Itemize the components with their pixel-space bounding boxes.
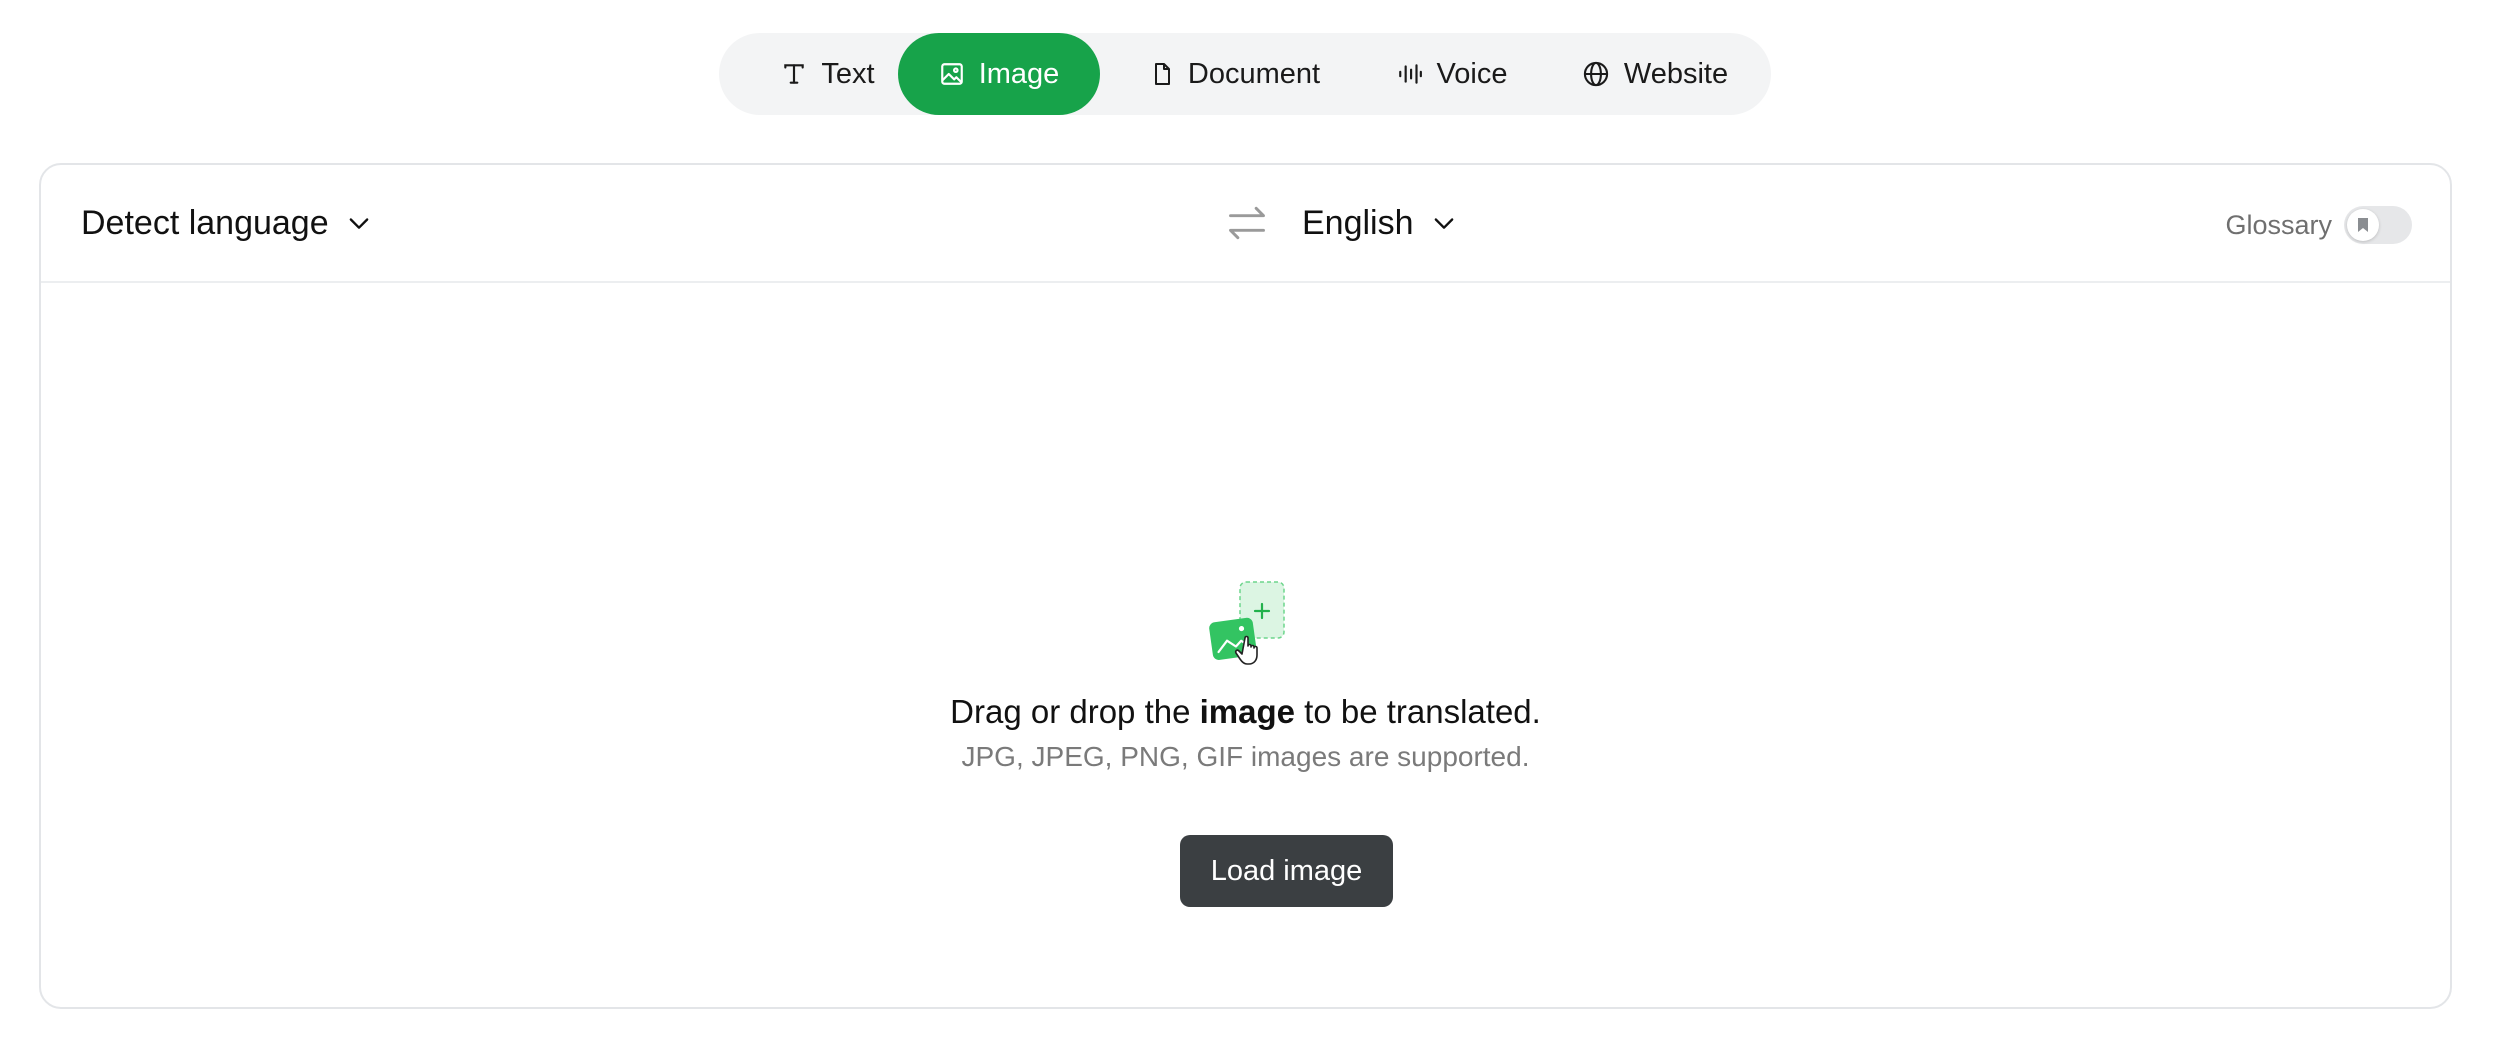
- glossary-label: Glossary: [2225, 209, 2332, 240]
- target-language-select[interactable]: English: [1302, 165, 1458, 281]
- tab-image-label: Image: [978, 57, 1060, 90]
- translator-panel: Detect language English Glossary Drag or…: [39, 163, 2452, 1009]
- tab-text-label: Text: [821, 57, 875, 90]
- source-language-label: Detect language: [81, 203, 329, 242]
- bookmark-icon: [2358, 218, 2368, 232]
- tab-voice-label: Voice: [1436, 57, 1508, 90]
- tab-document[interactable]: Document: [1117, 33, 1353, 115]
- tab-image[interactable]: Image: [898, 33, 1100, 115]
- text-icon: [784, 64, 805, 84]
- source-language-select[interactable]: Detect language: [81, 165, 373, 281]
- glossary-toggle[interactable]: [2344, 206, 2412, 244]
- swap-arrows-icon: [1229, 206, 1265, 240]
- tab-voice[interactable]: Voice: [1367, 33, 1537, 115]
- chevron-down-icon: [349, 218, 368, 229]
- tab-website[interactable]: Website: [1555, 33, 1755, 115]
- image-dropzone[interactable]: Drag or drop the image to be translated.…: [41, 283, 2450, 1007]
- image-upload-icon: [1209, 581, 1285, 665]
- dropzone-title: Drag or drop the image to be translated.: [41, 693, 2450, 731]
- supported-formats-text: JPG, JPEG, PNG, GIF images are supported…: [961, 741, 1530, 772]
- mode-tabs: Text Image Document Voice Website: [719, 33, 1771, 115]
- translator-page: Text Image Document Voice Website Detect…: [0, 0, 2494, 1054]
- load-image-button[interactable]: Load image: [1180, 835, 1393, 907]
- toggle-knob: [2347, 209, 2379, 241]
- tab-website-label: Website: [1623, 57, 1729, 90]
- dropzone-title-start: Drag or drop the: [950, 693, 1200, 730]
- glossary-control: Glossary: [2225, 205, 2412, 245]
- document-icon: [1154, 63, 1170, 85]
- swap-languages-button[interactable]: [1223, 199, 1271, 247]
- chevron-down-icon: [1434, 218, 1453, 229]
- image-icon: [940, 63, 963, 85]
- tab-document-label: Document: [1187, 57, 1321, 90]
- voice-icon: [1398, 64, 1422, 84]
- target-language-label: English: [1302, 203, 1414, 242]
- dropzone-title-bold: image: [1199, 693, 1295, 730]
- globe-icon: [1583, 61, 1609, 87]
- language-bar: Detect language English Glossary: [41, 165, 2450, 283]
- tab-text[interactable]: Text: [741, 33, 915, 115]
- dropzone-title-end: to be translated.: [1295, 693, 1541, 730]
